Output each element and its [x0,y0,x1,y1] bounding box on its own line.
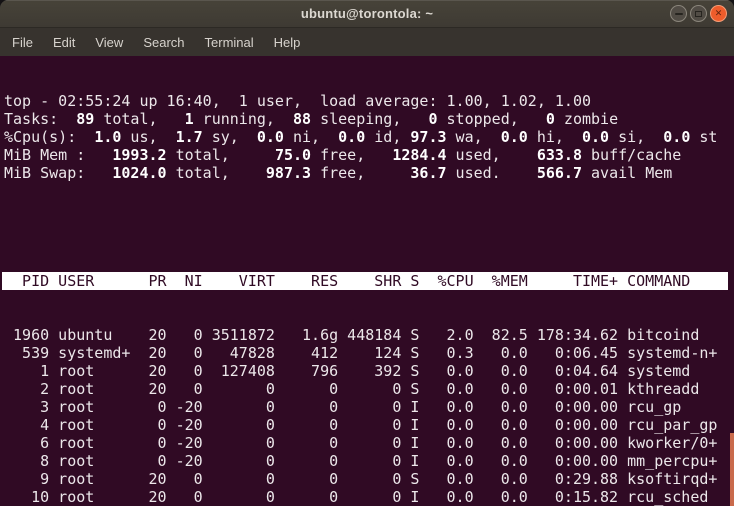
menu-item-edit[interactable]: Edit [43,30,85,55]
window-controls: ✕ [670,5,727,22]
menu-item-file[interactable]: File [2,30,43,55]
top-summary: top - 02:55:24 up 16:40, 1 user, load av… [4,92,734,182]
menu-item-view[interactable]: View [85,30,133,55]
blank-line [4,218,734,236]
process-row: 3 root 0 -20 0 0 0 I 0.0 0.0 0:00.00 rcu… [4,398,734,416]
close-button[interactable]: ✕ [710,5,727,22]
minimize-button[interactable] [670,5,687,22]
summary-line: Tasks: 89 total, 1 running, 88 sleeping,… [4,110,734,128]
process-row: 1960 ubuntu 20 0 3511872 1.6g 448184 S 2… [4,326,734,344]
maximize-button[interactable] [690,5,707,22]
menubar: FileEditViewSearchTerminalHelp [0,28,734,56]
process-table-header: PID USER PR NI VIRT RES SHR S %CPU %MEM … [2,272,728,290]
summary-line: top - 02:55:24 up 16:40, 1 user, load av… [4,92,734,110]
menu-item-search[interactable]: Search [133,30,194,55]
process-row: 8 root 0 -20 0 0 0 I 0.0 0.0 0:00.00 mm_… [4,452,734,470]
menu-item-terminal[interactable]: Terminal [195,30,264,55]
terminal-window: ubuntu@torontola: ~ ✕ FileEditViewSearch… [0,0,734,506]
process-row: 1 root 20 0 127408 796 392 S 0.0 0.0 0:0… [4,362,734,380]
process-table: 1960 ubuntu 20 0 3511872 1.6g 448184 S 2… [4,326,734,506]
process-row: 9 root 20 0 0 0 0 S 0.0 0.0 0:29.88 ksof… [4,470,734,488]
terminal-output[interactable]: top - 02:55:24 up 16:40, 1 user, load av… [0,56,734,506]
process-row: 6 root 0 -20 0 0 0 I 0.0 0.0 0:00.00 kwo… [4,434,734,452]
window-title: ubuntu@torontola: ~ [301,6,433,21]
process-row: 2 root 20 0 0 0 0 S 0.0 0.0 0:00.01 kthr… [4,380,734,398]
titlebar[interactable]: ubuntu@torontola: ~ ✕ [0,0,734,28]
summary-line: %Cpu(s): 1.0 us, 1.7 sy, 0.0 ni, 0.0 id,… [4,128,734,146]
menu-item-help[interactable]: Help [264,30,311,55]
scrollbar-thumb[interactable] [730,433,734,506]
summary-line: MiB Mem : 1993.2 total, 75.0 free, 1284.… [4,146,734,164]
maximize-icon [695,11,702,17]
close-icon: ✕ [715,9,723,18]
summary-line: MiB Swap: 1024.0 total, 987.3 free, 36.7… [4,164,734,182]
process-row: 539 systemd+ 20 0 47828 412 124 S 0.3 0.… [4,344,734,362]
minimize-icon [675,13,683,15]
process-row: 10 root 20 0 0 0 0 I 0.0 0.0 0:15.82 rcu… [4,488,734,506]
process-row: 4 root 0 -20 0 0 0 I 0.0 0.0 0:00.00 rcu… [4,416,734,434]
